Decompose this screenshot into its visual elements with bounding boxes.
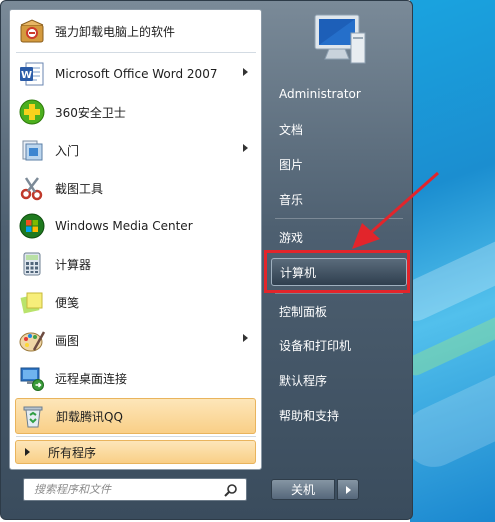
- program-360-safe[interactable]: 360安全卫士: [15, 94, 256, 130]
- default-programs-link[interactable]: 默认程序: [271, 366, 407, 394]
- help-support-link[interactable]: 帮助和支持: [271, 401, 407, 429]
- right-item-label: 帮助和支持: [279, 408, 340, 423]
- program-remote-desktop[interactable]: 远程桌面连接: [15, 360, 256, 396]
- program-label: 画图: [55, 333, 80, 348]
- svg-text:W: W: [21, 70, 32, 81]
- program-label: 入门: [55, 143, 80, 158]
- shutdown-group: 关机: [271, 479, 359, 500]
- devices-printers-link[interactable]: 设备和打印机: [271, 331, 407, 359]
- right-item-label: 音乐: [279, 192, 304, 207]
- shutdown-button[interactable]: 关机: [271, 479, 335, 500]
- uninstaller-box-icon: [16, 15, 48, 47]
- annotation-arrow-icon: [352, 171, 439, 249]
- expand-arrow-icon: [25, 448, 30, 456]
- program-uninstaller[interactable]: 强力卸载电脑上的软件: [15, 13, 256, 49]
- program-label: Windows Media Center: [55, 219, 193, 233]
- submenu-arrow-icon[interactable]: [243, 144, 248, 152]
- word-icon: W: [16, 58, 48, 90]
- program-uninstall-qq[interactable]: 卸载腾讯QQ: [15, 398, 256, 434]
- program-sticky-notes[interactable]: 便笺: [15, 284, 256, 320]
- right-item-label: 游戏: [279, 230, 304, 245]
- remote-desktop-icon: [16, 362, 48, 394]
- all-programs-label: 所有程序: [48, 445, 97, 460]
- submenu-arrow-icon[interactable]: [243, 68, 248, 76]
- paint-icon: [16, 324, 48, 356]
- computer-link[interactable]: 计算机: [271, 258, 407, 286]
- program-label: 便笺: [55, 295, 80, 310]
- program-label: 360安全卫士: [55, 105, 126, 120]
- divider: [275, 293, 403, 294]
- recycle-bin-icon: [17, 400, 49, 432]
- divider: [16, 52, 256, 53]
- calculator-icon: [16, 248, 48, 280]
- program-getting-started[interactable]: 入门: [15, 132, 256, 168]
- control-panel-link[interactable]: 控制面板: [271, 297, 407, 325]
- sticky-notes-icon: [16, 286, 48, 318]
- desktop-wallpaper: [388, 0, 495, 522]
- search-icon[interactable]: [224, 483, 238, 500]
- user-picture[interactable]: [305, 11, 373, 69]
- pinned-programs-panel: 强力卸载电脑上的软件 W Microsoft Office Word 2007 …: [9, 9, 262, 470]
- user-name-link[interactable]: Administrator: [271, 80, 407, 108]
- right-item-label: 图片: [279, 157, 304, 172]
- right-item-label: 默认程序: [279, 373, 328, 388]
- program-paint[interactable]: 画图: [15, 322, 256, 358]
- right-item-label: 设备和打印机: [279, 338, 352, 353]
- search-box[interactable]: [23, 478, 247, 501]
- program-label: 远程桌面连接: [55, 371, 128, 386]
- program-label: Microsoft Office Word 2007: [55, 67, 218, 81]
- right-item-label: Administrator: [279, 87, 361, 101]
- right-item-label: 控制面板: [279, 304, 328, 319]
- getting-started-icon: [16, 134, 48, 166]
- shutdown-options-button[interactable]: [337, 479, 359, 500]
- 360-safe-icon: [16, 96, 48, 128]
- search-input[interactable]: [32, 482, 226, 497]
- program-media-center[interactable]: Windows Media Center: [15, 208, 256, 244]
- media-center-icon: [16, 210, 48, 242]
- program-label: 计算器: [55, 257, 92, 272]
- program-word-2007[interactable]: W Microsoft Office Word 2007: [15, 56, 256, 92]
- right-item-label: 计算机: [280, 265, 317, 280]
- all-programs-button[interactable]: 所有程序: [15, 440, 256, 464]
- documents-link[interactable]: 文档: [271, 115, 407, 143]
- program-label: 卸载腾讯QQ: [56, 409, 123, 424]
- start-menu: 强力卸载电脑上的软件 W Microsoft Office Word 2007 …: [0, 0, 413, 520]
- right-item-label: 文档: [279, 122, 304, 137]
- chevron-right-icon: [345, 485, 351, 494]
- divider: [16, 436, 256, 437]
- program-calculator[interactable]: 计算器: [15, 246, 256, 282]
- program-snipping-tool[interactable]: 截图工具: [15, 170, 256, 206]
- snipping-tool-icon: [16, 172, 48, 204]
- submenu-arrow-icon[interactable]: [243, 334, 248, 342]
- program-label: 强力卸载电脑上的软件: [55, 24, 176, 39]
- program-label: 截图工具: [55, 181, 104, 196]
